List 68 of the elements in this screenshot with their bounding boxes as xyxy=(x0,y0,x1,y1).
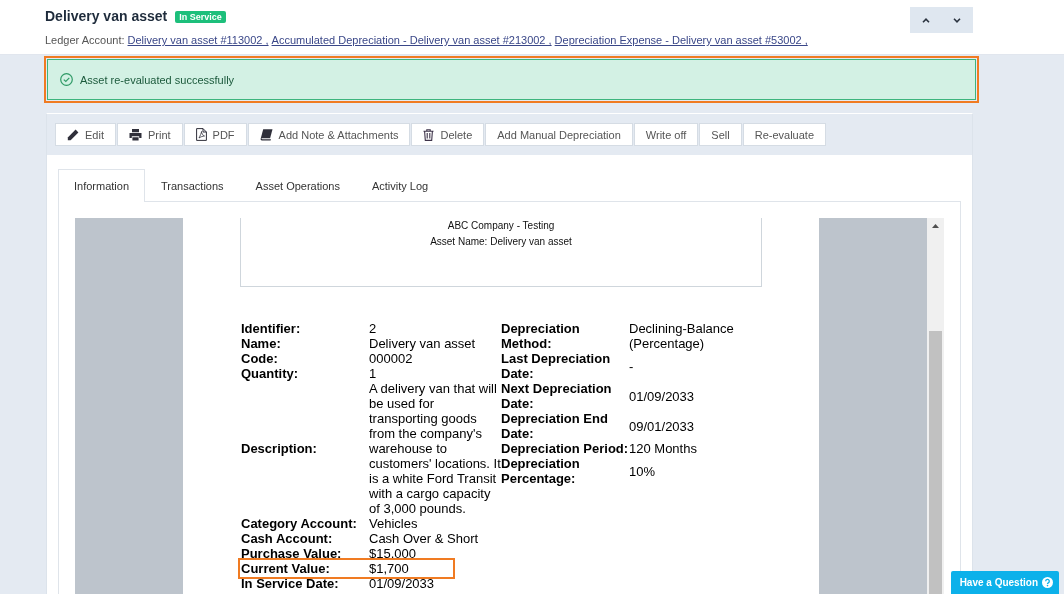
field-value: 120 Months xyxy=(629,441,698,456)
field-value: Delivery van asset xyxy=(369,336,477,351)
ledger-link[interactable]: Accumulated Depreciation - Delivery van asset #213002 , xyxy=(271,33,552,47)
field-label: Depreciation Method: xyxy=(501,321,581,351)
trash-icon xyxy=(423,128,435,141)
ledger-link[interactable]: Depreciation Expense - Delivery van asset #53002 , xyxy=(554,33,808,47)
field-value: 10% xyxy=(629,463,657,479)
field-value: 01/09/2033 xyxy=(629,388,696,404)
field-value: $1,700 xyxy=(369,561,409,576)
toolbar-button[interactable]: Delete xyxy=(411,123,485,146)
field-label: Code: xyxy=(241,351,279,366)
toolbar-button[interactable]: PDF xyxy=(183,123,247,146)
field-label: Next Depreciation Date: xyxy=(501,381,613,411)
field-label: Category Account: xyxy=(241,516,358,531)
chevron-down-icon xyxy=(953,17,962,23)
field-value: $15,000 xyxy=(369,546,417,561)
field-label: Cash Account: xyxy=(241,531,334,546)
toolbar-button[interactable]: Add Note & Attachments xyxy=(247,123,411,146)
question-circle-icon xyxy=(1042,577,1053,588)
field-value: 2 xyxy=(369,321,378,336)
next-button[interactable] xyxy=(941,7,973,33)
toolbar-button[interactable]: Edit xyxy=(55,123,116,146)
company-name: ABC Company - Testing xyxy=(446,219,556,232)
pdf-file-icon xyxy=(195,128,207,141)
tab[interactable]: Information xyxy=(58,169,146,202)
toolbar-button[interactable]: Print xyxy=(116,123,183,146)
field-value: 000002 xyxy=(369,351,414,366)
field-value: 1 xyxy=(369,366,378,381)
toolbar-button[interactable]: Sell xyxy=(699,123,742,146)
pencil-icon xyxy=(67,128,79,141)
scrollbar-thumb[interactable] xyxy=(929,331,942,594)
toolbar-button[interactable]: Write off xyxy=(633,123,699,146)
field-label: Purchase Value: xyxy=(241,546,343,561)
check-circle-icon xyxy=(60,73,73,86)
chevron-up-icon xyxy=(921,17,930,23)
field-label: Name: xyxy=(241,336,282,351)
scrollbar[interactable] xyxy=(927,218,944,594)
field-label: Depreciation End Date: xyxy=(501,411,609,441)
field-label: Depreciation Percentage: xyxy=(501,456,581,486)
ledger-link[interactable]: Delivery van asset #113002 , xyxy=(127,33,269,47)
previous-button[interactable] xyxy=(910,7,942,33)
field-value: Vehicles xyxy=(369,516,419,531)
tab[interactable]: Asset Operations xyxy=(239,169,356,202)
field-label: Depreciation Period: xyxy=(501,441,629,456)
field-label: Quantity: xyxy=(241,366,300,381)
field-label: Identifier: xyxy=(241,321,302,336)
field-value: 09/01/2033 xyxy=(629,418,696,434)
scroll-up-arrow-icon[interactable] xyxy=(932,224,939,228)
asset-name: Asset Name: Delivery van asset xyxy=(429,235,573,248)
toolbar-button[interactable]: Re-evaluate xyxy=(742,123,826,146)
alert-message: Asset re-evaluated successfully xyxy=(80,73,235,86)
tab[interactable]: Activity Log xyxy=(355,169,445,202)
printer-icon xyxy=(128,128,142,141)
field-label: Last Depreciation Date: xyxy=(501,351,612,381)
book-icon xyxy=(259,128,273,141)
field-value: 01/09/2033 xyxy=(369,576,436,591)
toolbar-button[interactable]: Add Manual Depreciation xyxy=(485,123,633,146)
field-value: Cash Over & Short xyxy=(369,531,480,546)
field-value: Declining-Balance (Percentage) xyxy=(629,321,735,351)
ledger-label: Ledger Account: xyxy=(45,33,125,47)
field-label: Description: xyxy=(241,441,318,456)
field-label: In Service Date: xyxy=(241,576,340,591)
field-value: - xyxy=(629,358,635,374)
tab[interactable]: Transactions xyxy=(145,169,240,202)
asset-title: Delivery van asset xyxy=(45,8,168,25)
field-label: Current Value: xyxy=(241,561,331,576)
field-value: A delivery van that will be used for transporting goods from the company's warehouse to customers' locations. It is a white Ford Transit with a cargo capacity of 3,000 pounds. xyxy=(369,381,501,516)
status-badge: In Service xyxy=(175,10,226,23)
